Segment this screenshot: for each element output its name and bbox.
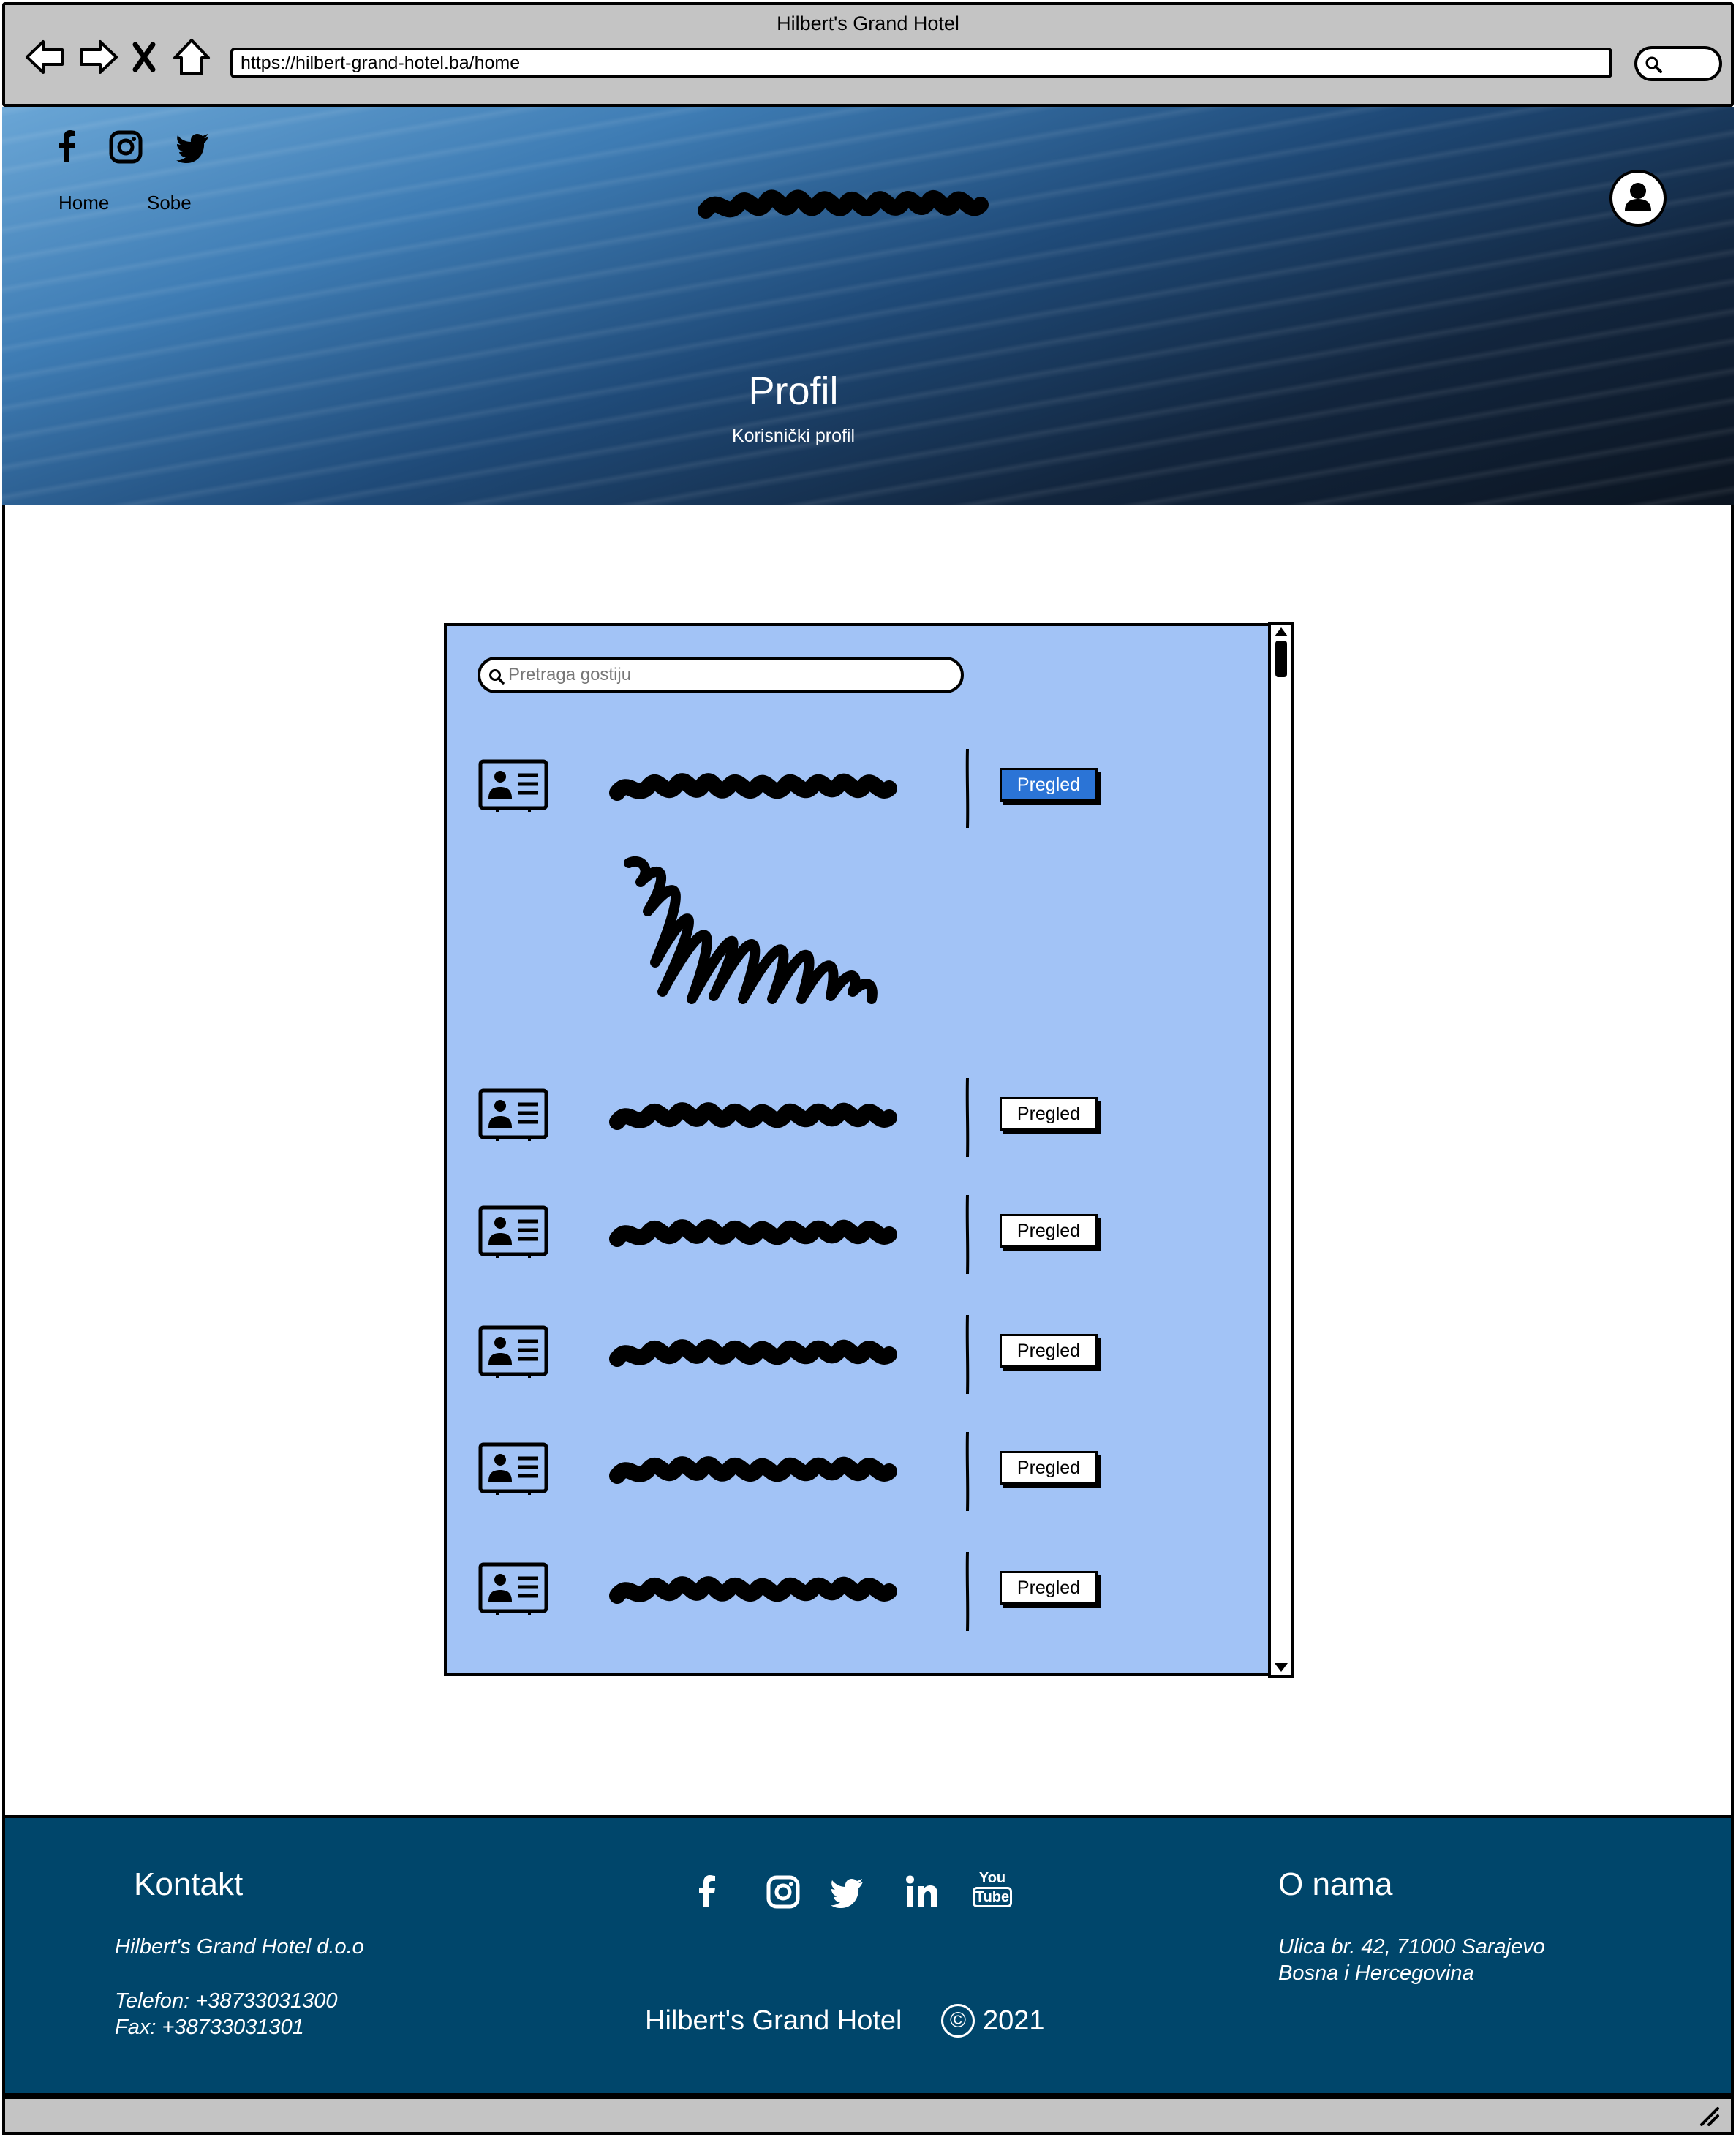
view-guest-button[interactable]: Pregled <box>1000 1571 1098 1605</box>
row-divider <box>965 748 970 829</box>
browser-search-field[interactable] <box>1634 46 1722 81</box>
footer-contact-title: Kontakt <box>134 1866 244 1902</box>
row-divider <box>965 1077 970 1158</box>
page-subtitle: Korisnički profil <box>731 426 856 446</box>
home-icon[interactable] <box>170 36 213 78</box>
forward-icon[interactable] <box>77 36 119 78</box>
guest-search-field[interactable] <box>478 657 964 693</box>
youtube-tube-text: Tube <box>973 1887 1012 1907</box>
view-guest-button[interactable]: Pregled <box>1000 1097 1098 1131</box>
hero-header: Home Sobe Profil Korisnički profil <box>2 107 1734 505</box>
facebook-icon[interactable] <box>689 1874 725 1910</box>
youtube-icon[interactable]: You Tube <box>973 1871 1012 1913</box>
guest-search-input[interactable] <box>508 663 947 687</box>
window-title: Hilbert's Grand Hotel <box>777 12 959 34</box>
twitter-icon[interactable] <box>829 1874 866 1910</box>
guest-id-card-icon <box>478 1205 548 1258</box>
footer-address-line2: Bosna i Hercegovina <box>1278 1961 1474 1985</box>
instagram-icon[interactable] <box>765 1874 801 1910</box>
stop-icon[interactable] <box>129 36 159 78</box>
linkedin-icon[interactable] <box>904 1874 940 1910</box>
youtube-you-text: You <box>978 1870 1006 1886</box>
view-guest-button[interactable]: Pregled <box>1000 1334 1098 1368</box>
scroll-down-arrow-icon[interactable] <box>1275 1663 1288 1672</box>
scroll-thumb[interactable] <box>1275 641 1287 677</box>
page-title: Profil <box>748 369 839 413</box>
search-icon <box>489 669 505 685</box>
nav-rooms-link[interactable]: Sobe <box>147 192 192 214</box>
view-guest-button[interactable]: Pregled <box>1000 1214 1098 1248</box>
guest-details-scribble <box>624 856 878 1004</box>
guest-id-card-icon <box>478 759 548 812</box>
copyright-icon: © <box>941 2004 975 2038</box>
footer-about-title: O nama <box>1278 1866 1393 1902</box>
twitter-icon[interactable] <box>175 129 211 165</box>
footer-address-line1: Ulica br. 42, 71000 Sarajevo <box>1278 1935 1545 1959</box>
guest-id-card-icon <box>478 1325 548 1378</box>
guest-name-scribble <box>609 1102 897 1130</box>
row-divider <box>965 1431 970 1512</box>
instagram-icon[interactable] <box>107 129 144 165</box>
scrollbar[interactable] <box>1268 622 1294 1678</box>
facebook-icon[interactable] <box>49 129 86 165</box>
footer-fax: Fax: +38733031301 <box>115 2016 304 2039</box>
guest-id-card-icon <box>478 1442 548 1495</box>
row-divider <box>965 1551 970 1632</box>
page: Hilbert's Grand Hotel https://hilbert-gr… <box>0 0 1736 2137</box>
search-icon <box>1645 56 1662 73</box>
user-icon <box>1625 183 1651 211</box>
footer-brand: Hilbert's Grand Hotel <box>645 2005 902 2036</box>
resize-handle-icon[interactable] <box>1697 2104 1721 2127</box>
row-divider <box>965 1194 970 1275</box>
guest-name-scribble <box>609 1576 897 1604</box>
footer-phone: Telefon: +38733031300 <box>115 1989 338 2013</box>
url-bar[interactable]: https://hilbert-grand-hotel.ba/home <box>230 48 1612 78</box>
user-profile-button[interactable] <box>1609 170 1667 227</box>
view-guest-button[interactable]: Pregled <box>1000 768 1098 802</box>
footer-company: Hilbert's Grand Hotel d.o.o <box>115 1935 364 1959</box>
view-guest-button[interactable]: Pregled <box>1000 1451 1098 1485</box>
guest-id-card-icon <box>478 1562 548 1615</box>
browser-chrome: Hilbert's Grand Hotel https://hilbert-gr… <box>2 2 1734 107</box>
footer-year: 2021 <box>983 2005 1045 2036</box>
scroll-up-arrow-icon[interactable] <box>1275 627 1288 636</box>
guest-name-scribble <box>609 1219 897 1247</box>
guest-name-scribble <box>609 1456 897 1484</box>
browser-status-bar <box>2 2096 1734 2135</box>
logo-scribble <box>698 189 989 219</box>
back-icon[interactable] <box>24 36 67 78</box>
row-divider <box>965 1314 970 1395</box>
guest-name-scribble <box>609 1339 897 1367</box>
nav-home-link[interactable]: Home <box>59 192 109 214</box>
guest-id-card-icon <box>478 1088 548 1141</box>
guest-name-scribble <box>609 773 897 801</box>
